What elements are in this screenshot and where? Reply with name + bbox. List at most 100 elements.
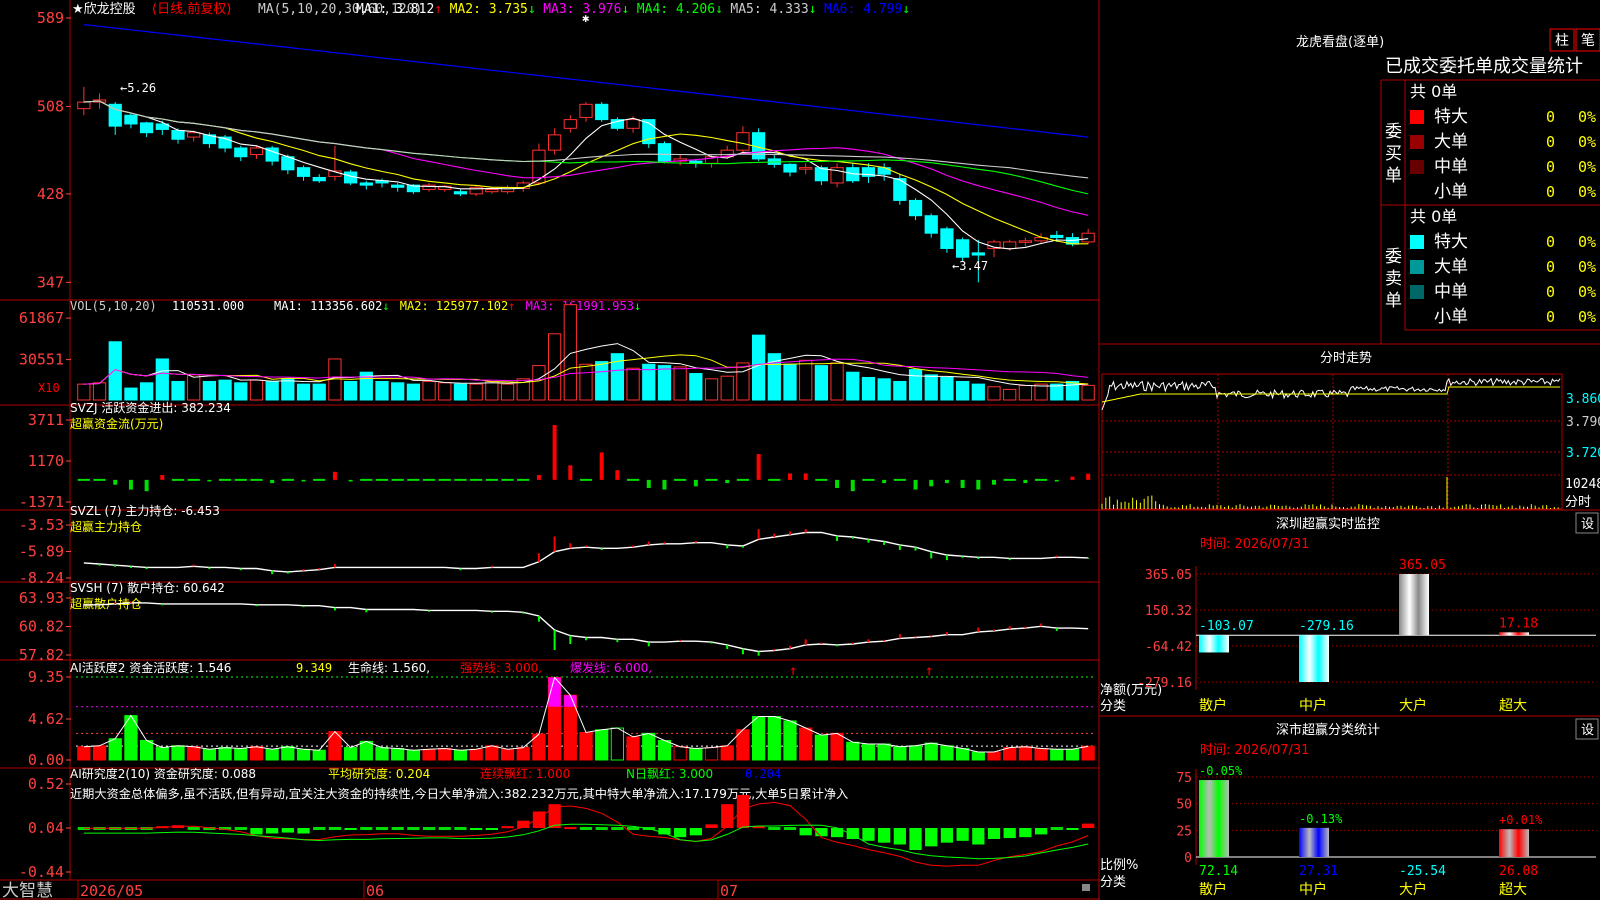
ai-research-label: AI研究度2(10) 资金研究度: 0.088 xyxy=(70,766,256,781)
candle-body[interactable] xyxy=(783,163,797,173)
svzj-bar xyxy=(470,478,483,481)
order-row-pct: 0% xyxy=(1578,308,1596,326)
volume-bar xyxy=(1081,384,1095,401)
chart-axis-label: 150.32 xyxy=(1145,604,1192,619)
category-bar[interactable] xyxy=(1499,632,1529,636)
svzj-bar xyxy=(144,479,149,492)
bar-change-label: +0.01% xyxy=(1499,813,1543,827)
candle-body[interactable] xyxy=(626,119,640,129)
candle-body[interactable] xyxy=(1081,232,1095,243)
category-bar[interactable] xyxy=(1499,829,1529,857)
volume-bar xyxy=(187,374,201,401)
classify-x-unit: 分类 xyxy=(1100,875,1126,890)
axis-tick-label: 1170 xyxy=(28,452,64,470)
candle-body[interactable] xyxy=(924,215,938,234)
volume-bar xyxy=(689,373,703,401)
candle-body[interactable] xyxy=(139,122,154,134)
candle-body[interactable] xyxy=(312,176,326,182)
candle-body[interactable] xyxy=(171,130,185,140)
svsh-label: SVSH (7) 散户持仓: 60.642 xyxy=(70,580,225,595)
candle-body[interactable] xyxy=(187,132,201,138)
svzj-bar xyxy=(882,479,887,484)
svzj-label: SVZJ 活跃资金进出: 382.234 xyxy=(70,400,231,415)
candle-body[interactable] xyxy=(296,167,311,177)
candle-body[interactable] xyxy=(893,178,907,201)
holding-line xyxy=(83,531,1089,573)
activity-bar xyxy=(955,747,970,761)
candle-body[interactable] xyxy=(1003,241,1017,249)
category-bar[interactable] xyxy=(1399,574,1429,636)
candle-body[interactable] xyxy=(234,147,248,158)
volume-bar xyxy=(924,374,938,401)
activity-bar xyxy=(312,749,326,761)
candle-body[interactable] xyxy=(579,103,593,118)
classify-bar-chart: 75 50 25 0 72.14 -0.05% 散户 27.31 -0.13% 中户 -25.54 大… xyxy=(1176,764,1596,898)
date-label: 06 xyxy=(366,882,384,900)
intraday-axis-label: 3.860 xyxy=(1566,392,1600,407)
volume-bar xyxy=(485,380,499,401)
volume-bar xyxy=(391,382,405,401)
research-bar xyxy=(768,827,781,830)
research-bar xyxy=(250,828,263,835)
category-bar[interactable] xyxy=(1199,635,1229,653)
volume-bar xyxy=(908,369,923,401)
classify-time: 时间: 2026/07/31 xyxy=(1200,743,1309,758)
candle-body[interactable] xyxy=(1018,240,1033,243)
ai-activity-bars: ↑ ↑ xyxy=(76,663,1096,761)
order-row-pct: 0% xyxy=(1578,133,1596,151)
candle-body[interactable] xyxy=(1050,234,1064,239)
ai-activity-v2: 9.349 xyxy=(296,661,332,675)
candle-body[interactable] xyxy=(391,184,405,188)
research-bar xyxy=(595,827,608,830)
activity-bar xyxy=(720,745,734,761)
svzl-line xyxy=(83,529,1090,575)
stock-name[interactable]: ★欣龙控股 xyxy=(72,2,136,17)
activity-bar xyxy=(485,745,499,761)
stock-mode: (日线,前复权) xyxy=(152,1,231,17)
candle-body[interactable] xyxy=(799,167,813,170)
candle-body[interactable] xyxy=(940,228,954,249)
candle-body[interactable] xyxy=(971,252,985,256)
svzj-bar xyxy=(862,478,875,481)
candle-body[interactable] xyxy=(359,182,373,186)
candle-body[interactable] xyxy=(955,239,970,258)
activity-bar xyxy=(846,741,860,761)
candle-body[interactable] xyxy=(595,103,609,121)
candle-body[interactable] xyxy=(877,167,891,175)
category-label: 中户 xyxy=(1299,697,1327,714)
candle-body[interactable] xyxy=(563,119,577,129)
research-bar xyxy=(579,827,593,830)
svzl-sub: 超赢主力持仓 xyxy=(70,519,142,534)
category-bar[interactable] xyxy=(1299,635,1329,682)
candle-body[interactable] xyxy=(547,134,562,151)
candle-body[interactable] xyxy=(453,191,468,195)
monitor-x-unit: 分类 xyxy=(1100,699,1126,714)
candle-body[interactable] xyxy=(657,143,672,162)
tab-bar-view-label: 柱 xyxy=(1555,33,1569,49)
volume-bar xyxy=(406,383,421,401)
order-row-label: 大单 xyxy=(1434,132,1468,152)
date-label: 07 xyxy=(720,882,738,900)
ai-activity-burst: 爆发线: 6.000, xyxy=(570,660,652,675)
order-row-value: 0 xyxy=(1546,233,1555,251)
candle-body[interactable] xyxy=(77,101,91,110)
candle-body[interactable] xyxy=(736,132,750,151)
candle-body[interactable] xyxy=(485,189,499,193)
order-side-label-char: 委 xyxy=(1385,247,1402,267)
svzj-bar xyxy=(725,479,730,484)
candle-body[interactable] xyxy=(908,199,923,217)
lock-icon[interactable] xyxy=(1082,884,1090,891)
candle-body[interactable] xyxy=(249,147,264,156)
category-bar[interactable] xyxy=(1199,780,1229,857)
research-bar xyxy=(328,827,342,830)
stock-terminal: ★欣龙控股 (日线,前复权) MA(5,10,20,30,60,120) MA1… xyxy=(0,0,1600,900)
svzj-bar xyxy=(976,479,981,490)
candle-body[interactable] xyxy=(124,114,138,125)
category-label: 散户 xyxy=(1199,697,1227,714)
svzj-bar xyxy=(407,478,420,481)
ma-value: MA6: 4.799↓ xyxy=(824,2,910,17)
order-row-label: 小单 xyxy=(1434,182,1468,202)
svzj-bar xyxy=(348,479,353,482)
ai-research-last: 0.204 xyxy=(745,767,781,781)
category-bar[interactable] xyxy=(1299,827,1329,857)
